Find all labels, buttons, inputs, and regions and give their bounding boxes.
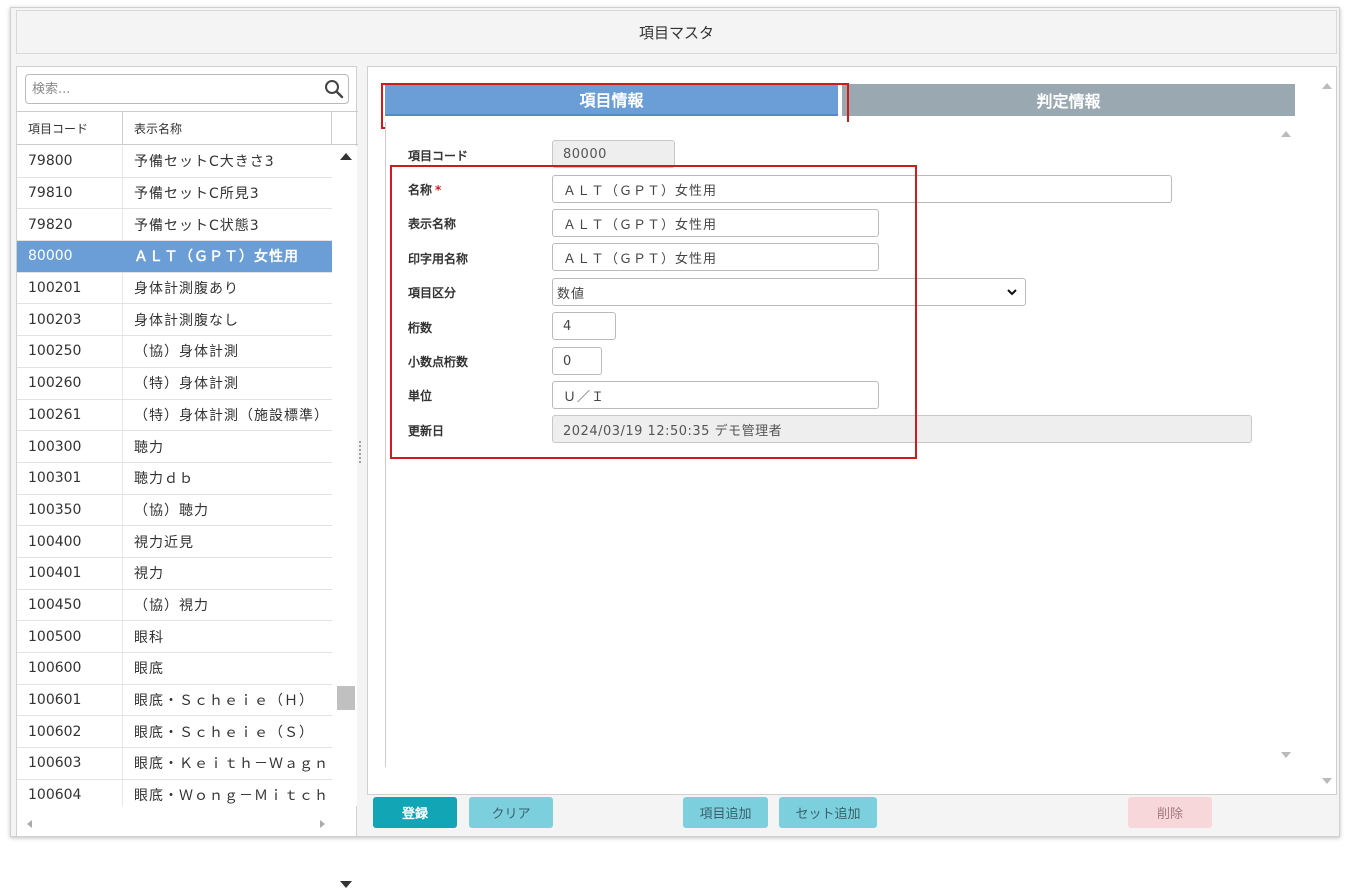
row-name: 視力近見 (134, 534, 194, 551)
row-code: 100603 (17, 748, 123, 779)
list-vertical-scrollbar[interactable] (335, 146, 357, 888)
table-row[interactable]: 100301 聴力ｄｂ (17, 462, 332, 495)
row-name: 眼底・Ｗｏｎｇ－Ｍｉｔｃｈｅｌｌ (134, 788, 332, 805)
table-row[interactable]: 100604 眼底・Ｗｏｎｇ－Ｍｉｔｃｈｅｌｌ (17, 779, 332, 806)
column-header-name[interactable]: 表示名称 (123, 112, 332, 144)
table-row[interactable]: 100500 眼科 (17, 621, 332, 653)
table-row[interactable]: 100602 眼底・Ｓｃｈｅｉｅ（Ｓ） (17, 716, 332, 749)
clear-button[interactable]: クリア (469, 797, 553, 828)
row-code: 100400 (17, 526, 123, 557)
add-set-button[interactable]: セット追加 (779, 797, 877, 828)
table-row[interactable]: 100201 身体計測腹あり (17, 272, 332, 305)
table-row[interactable]: 100400 視力近見 (17, 526, 332, 558)
scroll-right-icon[interactable] (320, 820, 325, 828)
list-horizontal-scrollbar[interactable] (17, 812, 335, 836)
page-scroll-up-icon[interactable] (1322, 83, 1332, 89)
table-row[interactable]: 100261 （特）身体計測（施設標準） (17, 399, 332, 432)
search-input[interactable] (32, 79, 312, 99)
form-scroll-up-icon[interactable] (1281, 131, 1291, 137)
table-row[interactable]: 80000 ＡＬＴ（ＧＰＴ）女性用 (17, 241, 332, 273)
search-icon[interactable] (324, 79, 344, 99)
tab-judge-info[interactable]: 判定情報 (842, 84, 1295, 116)
row-code: 100401 (17, 557, 123, 589)
row-code: 100203 (17, 304, 123, 336)
row-code: 100301 (17, 462, 123, 494)
row-name: 眼科 (134, 629, 164, 646)
search-box (25, 74, 349, 104)
panel-splitter[interactable] (357, 66, 365, 837)
table-row[interactable]: 100250 （協）身体計測 (17, 336, 332, 368)
table-row[interactable]: 100450 （協）視力 (17, 589, 332, 622)
row-name: 予備セットC所見3 (134, 186, 260, 203)
row-name: （協）聴力 (134, 502, 209, 519)
row-code: 100500 (17, 621, 123, 652)
row-code: 100601 (17, 684, 123, 716)
item-list: 79800 予備セットC大きさ3 79810 予備セットC所見3 79820 予備セットC… (17, 146, 332, 806)
row-code: 80000 (17, 241, 123, 272)
row-code: 100261 (17, 399, 123, 431)
delete-button[interactable]: 削除 (1128, 797, 1212, 828)
row-code: 79800 (17, 146, 123, 177)
table-row[interactable]: 100401 視力 (17, 557, 332, 590)
code-field: 80000 (552, 140, 675, 168)
column-header-code[interactable]: 項目コード (17, 112, 123, 144)
splitter-grip-icon (359, 441, 362, 463)
scroll-down-icon[interactable] (340, 881, 352, 888)
row-name: 身体計測腹あり (134, 281, 239, 298)
row-name: 予備セットC状態3 (134, 217, 260, 234)
add-item-button[interactable]: 項目追加 (683, 797, 768, 828)
row-code: 100201 (17, 272, 123, 304)
table-row[interactable]: 100300 聴力 (17, 431, 332, 463)
row-code: 100260 (17, 367, 123, 399)
app-window: 項目マスタ 項目コード 表示名称 79800 予備セットC大きさ3 79810 予備セ… (10, 7, 1340, 888)
table-row[interactable]: 79800 予備セットC大きさ3 (17, 146, 332, 178)
row-code: 79810 (17, 177, 123, 209)
chevron-down-icon (1007, 289, 1017, 296)
row-code: 100250 (17, 336, 123, 367)
row-code: 100604 (17, 779, 123, 806)
item-list-panel: 項目コード 表示名称 79800 予備セットC大きさ3 79810 予備セットC所見3… (16, 66, 358, 888)
row-name: 眼底・Ｓｃｈｅｉｅ（Ｈ） (134, 693, 314, 710)
row-name: 予備セットC大きさ3 (134, 154, 275, 171)
row-code: 79820 (17, 209, 123, 241)
row-code: 100350 (17, 494, 123, 526)
detail-panel: 項目情報 判定情報 項目コード 80000 名称 * ＡＬＴ（ＧＰＴ）女性用 表示… (367, 66, 1337, 795)
row-name: 視力 (134, 566, 164, 583)
table-row[interactable]: 100203 身体計測腹なし (17, 304, 332, 337)
table-row[interactable]: 100601 眼底・Ｓｃｈｅｉｅ（Ｈ） (17, 684, 332, 717)
row-name: 身体計測腹なし (134, 312, 239, 329)
list-header: 項目コード 表示名称 (17, 111, 358, 145)
table-row[interactable]: 79810 予備セットC所見3 (17, 177, 332, 210)
table-row[interactable]: 100350 （協）聴力 (17, 494, 332, 527)
row-name: 眼底・Ｓｃｈｅｉｅ（Ｓ） (134, 724, 314, 741)
row-name: （協）身体計測 (134, 344, 239, 361)
row-name: 聴力ｄｂ (134, 471, 194, 488)
row-name: ＡＬＴ（ＧＰＴ）女性用 (134, 249, 299, 266)
highlight-box-fields (390, 165, 917, 459)
window-title: 項目マスタ (16, 10, 1337, 54)
scroll-left-icon[interactable] (27, 820, 32, 828)
scroll-up-icon[interactable] (340, 153, 352, 160)
row-name: （特）身体計測（施設標準） (134, 407, 329, 424)
row-name: 聴力 (134, 439, 164, 456)
register-button[interactable]: 登録 (373, 797, 457, 828)
code-label: 項目コード (408, 149, 469, 163)
row-code: 100600 (17, 653, 123, 684)
row-code: 100602 (17, 716, 123, 748)
table-row[interactable]: 100603 眼底・Ｋｅｉｔｈ－Ｗａｇｎｅｒ (17, 748, 332, 780)
table-row[interactable]: 79820 予備セットC状態3 (17, 209, 332, 242)
row-code: 100450 (17, 589, 123, 621)
page-scroll-down-icon[interactable] (1322, 778, 1332, 784)
row-name: （協）視力 (134, 597, 209, 614)
table-row[interactable]: 100600 眼底 (17, 653, 332, 685)
form-scroll-down-icon[interactable] (1281, 752, 1291, 758)
row-name: 眼底・Ｋｅｉｔｈ－Ｗａｇｎｅｒ (134, 756, 332, 773)
row-name: 眼底 (134, 661, 164, 678)
row-name: （特）身体計測 (134, 376, 239, 393)
row-code: 100300 (17, 431, 123, 462)
scroll-thumb[interactable] (337, 686, 355, 710)
table-row[interactable]: 100260 （特）身体計測 (17, 367, 332, 400)
